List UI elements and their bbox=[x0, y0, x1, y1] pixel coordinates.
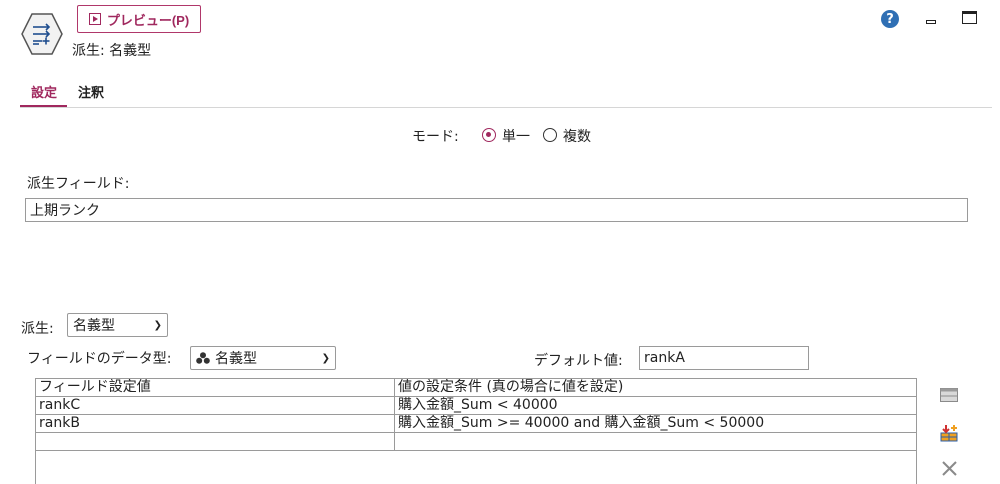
tab-divider bbox=[20, 107, 992, 108]
table-cell[interactable]: rankB bbox=[36, 414, 395, 433]
default-value-label: デフォルト値: bbox=[534, 353, 623, 369]
derive-as-value: 名義型 bbox=[73, 318, 115, 334]
table-cell[interactable]: 購入金額_Sum < 40000 bbox=[394, 396, 916, 415]
preview-button[interactable]: プレビュー(P) bbox=[77, 5, 201, 33]
mode-label: モード: bbox=[412, 129, 459, 145]
maximize-icon[interactable] bbox=[962, 11, 977, 24]
chevron-down-icon: ❯ bbox=[321, 352, 330, 364]
mode-multiple-label[interactable]: 複数 bbox=[563, 126, 591, 146]
derive-as-select[interactable]: 名義型 ❯ bbox=[67, 313, 168, 337]
default-value-input[interactable] bbox=[639, 346, 809, 370]
chevron-down-icon: ❯ bbox=[153, 319, 162, 331]
field-type-value: 名義型 bbox=[215, 351, 257, 367]
mode-single-label[interactable]: 単一 bbox=[502, 126, 530, 146]
nominal-type-icon bbox=[196, 352, 210, 364]
field-type-label: フィールドのデータ型: bbox=[27, 351, 172, 367]
table-row[interactable]: rankB 購入金額_Sum >= 40000 and 購入金額_Sum < 5… bbox=[36, 414, 916, 433]
derive-as-label: 派生: bbox=[21, 321, 54, 337]
minimize-icon[interactable] bbox=[925, 13, 937, 25]
column-header-condition[interactable]: 値の設定条件 (真の場合に値を設定) bbox=[394, 379, 916, 397]
mode-single-radio[interactable] bbox=[482, 128, 496, 142]
insert-row-icon[interactable] bbox=[940, 424, 960, 442]
table-cell[interactable] bbox=[394, 432, 916, 451]
derive-node-icon bbox=[21, 13, 63, 55]
derive-field-input[interactable] bbox=[25, 198, 968, 222]
table-row[interactable]: rankC 購入金額_Sum < 40000 bbox=[36, 396, 916, 415]
tab-settings[interactable]: 設定 bbox=[31, 82, 57, 101]
mode-multiple-radio[interactable] bbox=[543, 128, 557, 142]
table-cell[interactable] bbox=[36, 432, 395, 451]
conditions-table: フィールド設定値 値の設定条件 (真の場合に値を設定) rankC 購入金額_S… bbox=[35, 378, 917, 484]
table-icon[interactable] bbox=[940, 388, 958, 402]
table-cell[interactable]: 購入金額_Sum >= 40000 and 購入金額_Sum < 50000 bbox=[394, 414, 916, 433]
delete-icon[interactable] bbox=[941, 460, 958, 477]
table-cell[interactable]: rankC bbox=[36, 396, 395, 415]
help-icon[interactable]: ? bbox=[881, 10, 899, 28]
tab-annotations[interactable]: 注釈 bbox=[78, 82, 104, 101]
preview-button-label: プレビュー(P) bbox=[106, 12, 190, 28]
column-header-field-value[interactable]: フィールド設定値 bbox=[36, 379, 395, 397]
node-title: 派生: 名義型 bbox=[72, 43, 152, 59]
play-icon bbox=[88, 13, 101, 25]
field-type-select[interactable]: 名義型 ❯ bbox=[190, 346, 336, 370]
table-row[interactable] bbox=[36, 432, 916, 451]
derive-field-label: 派生フィールド: bbox=[27, 176, 130, 192]
table-header-row: フィールド設定値 値の設定条件 (真の場合に値を設定) bbox=[36, 379, 916, 397]
